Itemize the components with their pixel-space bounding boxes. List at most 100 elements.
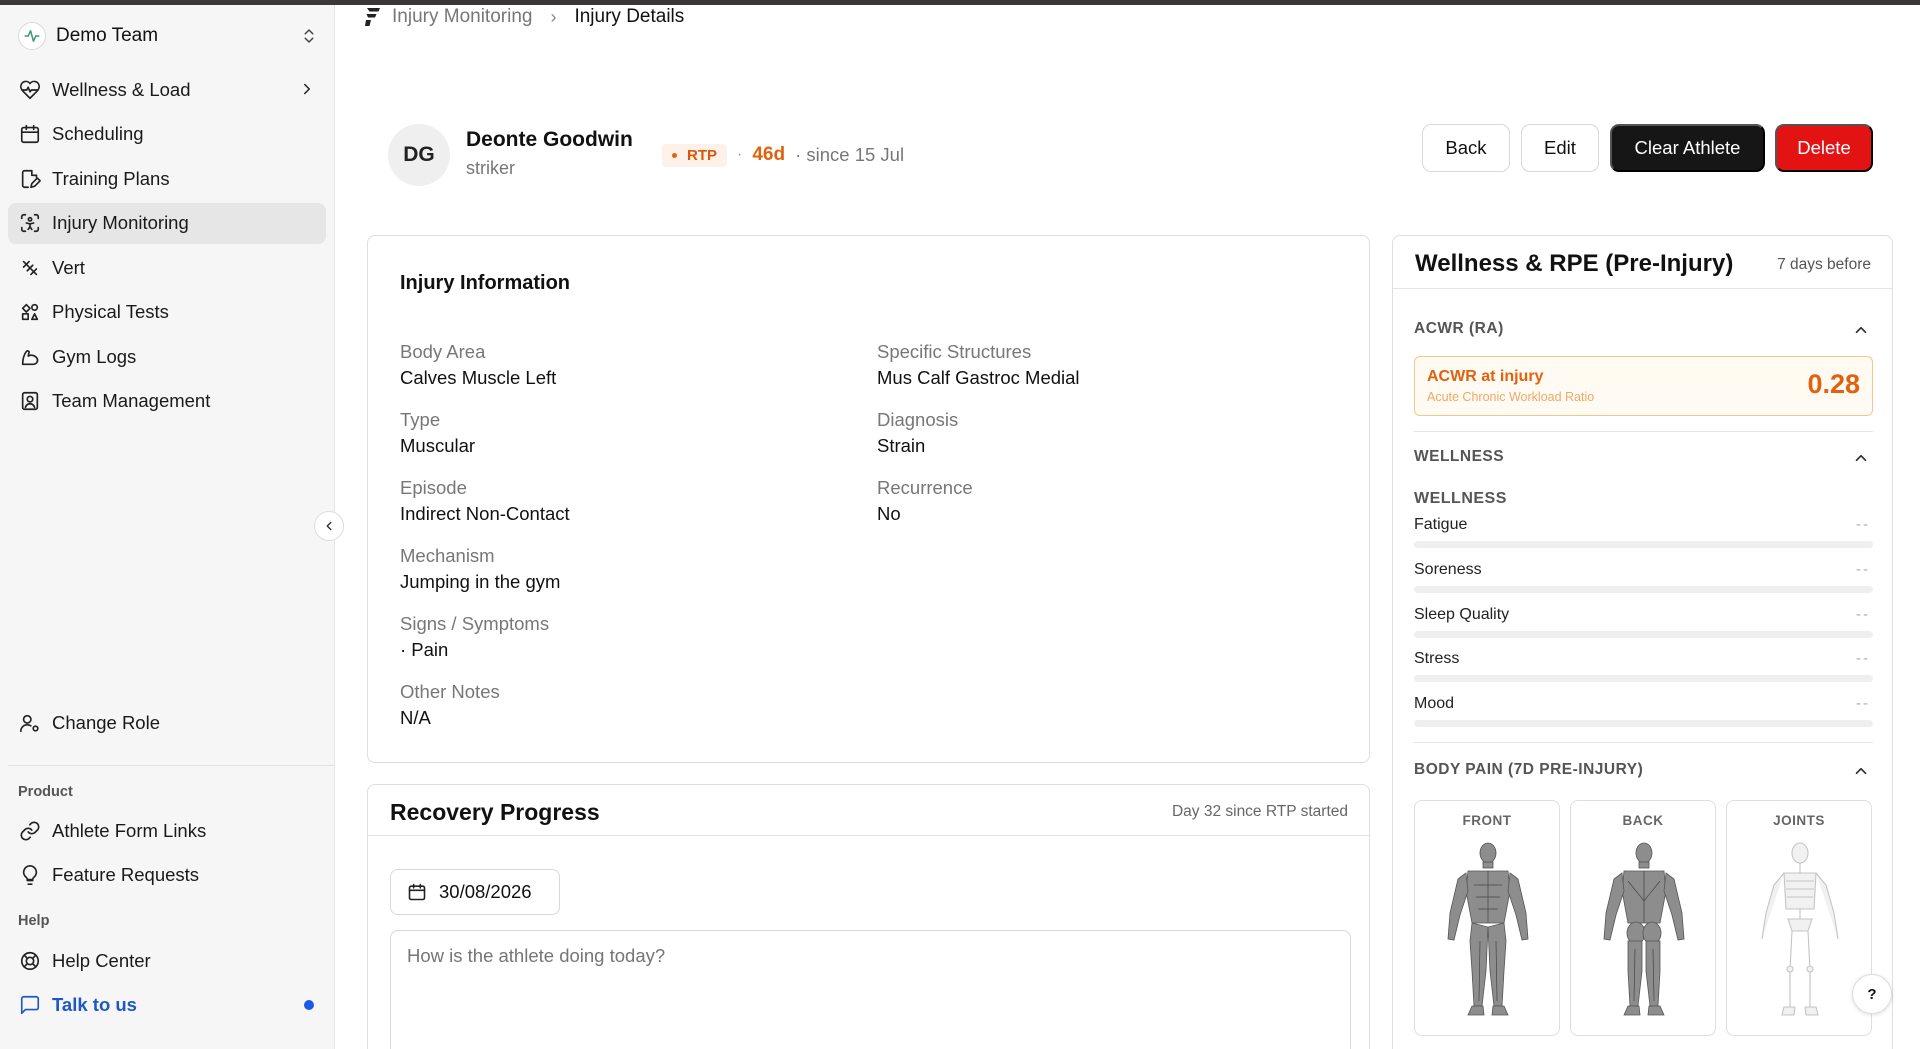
recurrence-label: Recurrence [877, 477, 973, 498]
nav-item-scheduling[interactable]: Scheduling [8, 114, 326, 155]
status-badge: RTP [662, 143, 727, 167]
nav-item-feature-requests[interactable]: Feature Requests [8, 855, 326, 896]
signs-symptoms-label: Signs / Symptoms [400, 613, 550, 634]
mood-label: Mood [1414, 695, 1455, 712]
injury-info-title: Injury Information [400, 272, 570, 294]
body-map-label: FRONT [1462, 813, 1512, 828]
soreness-bar [1414, 586, 1873, 593]
athlete-name: Deonte Goodwin [466, 128, 633, 151]
recovery-progress-subtitle: Day 32 since RTP started [1171, 803, 1348, 820]
chevron-up-icon[interactable] [1852, 762, 1870, 780]
body-map-joints[interactable]: JOINTS [1726, 800, 1872, 1036]
acwr-title: ACWR at injury [1427, 368, 1544, 385]
calendar-icon [20, 124, 40, 144]
recovery-progress-card: Recovery Progress Day 32 since RTP start… [367, 784, 1370, 1049]
mechanism-value: Jumping in the gym [400, 571, 561, 592]
lightbulb-icon [22, 865, 38, 885]
sidebar-collapse-button[interactable] [314, 511, 344, 541]
nav-item-help-center[interactable]: Help Center [8, 940, 326, 981]
date-picker[interactable]: 30/08/2026 [390, 869, 560, 915]
nav-item-injury-monitoring[interactable]: Injury Monitoring [8, 202, 326, 244]
wellness-section-header[interactable]: WELLNESS [1414, 448, 1504, 466]
clear-athlete-button[interactable]: Clear Athlete [1610, 124, 1765, 172]
file-edit-icon [21, 169, 41, 188]
help-section-label: Help [18, 913, 50, 929]
diagnosis-value: Strain [877, 435, 926, 456]
body-map-front[interactable]: FRONT [1414, 800, 1560, 1036]
status-dot [672, 152, 677, 158]
sidebar: Demo Team Wellness & Load Scheduling Tra… [0, 5, 335, 1049]
acwr-subtitle: Acute Chronic Workload Ratio [1427, 390, 1595, 404]
chevron-up-icon[interactable] [1852, 321, 1870, 339]
team-switcher[interactable]: Demo Team [18, 17, 318, 55]
date-value: 30/08/2026 [439, 881, 532, 902]
diagnosis-label: Diagnosis [877, 409, 959, 430]
shapes-icon [21, 303, 39, 321]
specific-structures-label: Specific Structures [877, 341, 1032, 362]
team-logo-icon [18, 22, 46, 50]
episode-value: Indirect Non-Contact [400, 503, 570, 524]
life-buoy-icon [20, 951, 40, 970]
sleep-quality-value: -- [1856, 606, 1870, 623]
nav-item-athlete-form-links[interactable]: Athlete Form Links [8, 810, 326, 851]
chevron-up-icon[interactable] [1852, 449, 1870, 467]
back-button[interactable]: Back [1422, 124, 1510, 172]
body-area-value: Calves Muscle Left [400, 367, 557, 388]
nav-item-training-plans[interactable]: Training Plans [8, 158, 326, 199]
nav-label: Feature Requests [52, 864, 200, 885]
nav-item-vert[interactable]: Vert [8, 247, 326, 288]
team-name: Demo Team [56, 25, 159, 46]
injury-status-row: RTP · 46d · since 15 Jul [662, 143, 904, 167]
nav-item-gym-logs[interactable]: Gym Logs [8, 336, 326, 377]
breadcrumb: Injury Monitoring › Injury Details [364, 6, 684, 28]
scan-body-icon [20, 213, 40, 233]
jump-icon [22, 260, 38, 275]
injury-since-date: · since 15 Jul [795, 144, 905, 165]
wellness-panel-subtitle: 7 days before [1777, 256, 1871, 273]
breadcrumb-separator-icon: › [550, 6, 557, 27]
type-label: Type [400, 409, 441, 430]
wellness-panel-title: Wellness & RPE (Pre-Injury) [1415, 250, 1734, 277]
product-nav: Athlete Form Links Feature Requests [8, 810, 326, 899]
stress-value: -- [1856, 650, 1870, 667]
nav-label: Training Plans [52, 167, 170, 189]
signs-symptoms-value: · Pain [400, 639, 449, 660]
nav-label: Injury Monitoring [52, 212, 189, 233]
body-pain-section-header[interactable]: BODY PAIN (7D PRE-INJURY) [1414, 761, 1643, 779]
progress-note-input[interactable] [390, 930, 1351, 1049]
nav-item-physical-tests[interactable]: Physical Tests [8, 292, 326, 333]
help-float-button[interactable]: ? [1852, 974, 1892, 1014]
soreness-label: Soreness [1414, 561, 1482, 578]
nav-label: Gym Logs [52, 345, 137, 367]
edit-button[interactable]: Edit [1521, 124, 1599, 172]
user-cog-icon [20, 714, 39, 732]
nav-label: Team Management [52, 390, 211, 411]
nav-item-team-management[interactable]: Team Management [8, 381, 326, 422]
recovery-progress-title: Recovery Progress [390, 799, 600, 825]
contact-book-icon [21, 391, 39, 411]
nav-item-talk-to-us[interactable]: Talk to us [8, 985, 326, 1026]
sidebar-divider [8, 765, 334, 766]
athlete-avatar: DG [388, 124, 450, 186]
sleep-quality-bar [1414, 631, 1873, 638]
delete-button[interactable]: Delete [1775, 124, 1873, 172]
fatigue-label: Fatigue [1414, 516, 1468, 533]
section-divider [1414, 431, 1873, 432]
section-divider [1414, 742, 1873, 743]
nav-item-wellness-load[interactable]: Wellness & Load [8, 69, 326, 110]
body-map-back[interactable]: BACK [1570, 800, 1716, 1036]
nav-item-change-role[interactable]: Change Role [8, 702, 326, 743]
chevron-right-icon [304, 83, 310, 95]
calendar-icon [408, 883, 426, 901]
sleep-quality-label: Sleep Quality [1414, 606, 1510, 623]
breadcrumb-injury-monitoring[interactable]: Injury Monitoring [392, 6, 532, 28]
nav-label: Wellness & Load [52, 78, 191, 100]
episode-label: Episode [400, 477, 467, 498]
type-value: Muscular [400, 435, 476, 456]
heart-pulse-icon [20, 80, 40, 99]
muscle-front-figure-icon [1447, 842, 1529, 1016]
wellness-panel-divider [1393, 288, 1892, 289]
acwr-section-header[interactable]: ACWR (RA) [1414, 320, 1504, 338]
main-nav: Wellness & Load Scheduling Training Plan… [8, 69, 326, 425]
nav-label: Talk to us [52, 994, 137, 1015]
